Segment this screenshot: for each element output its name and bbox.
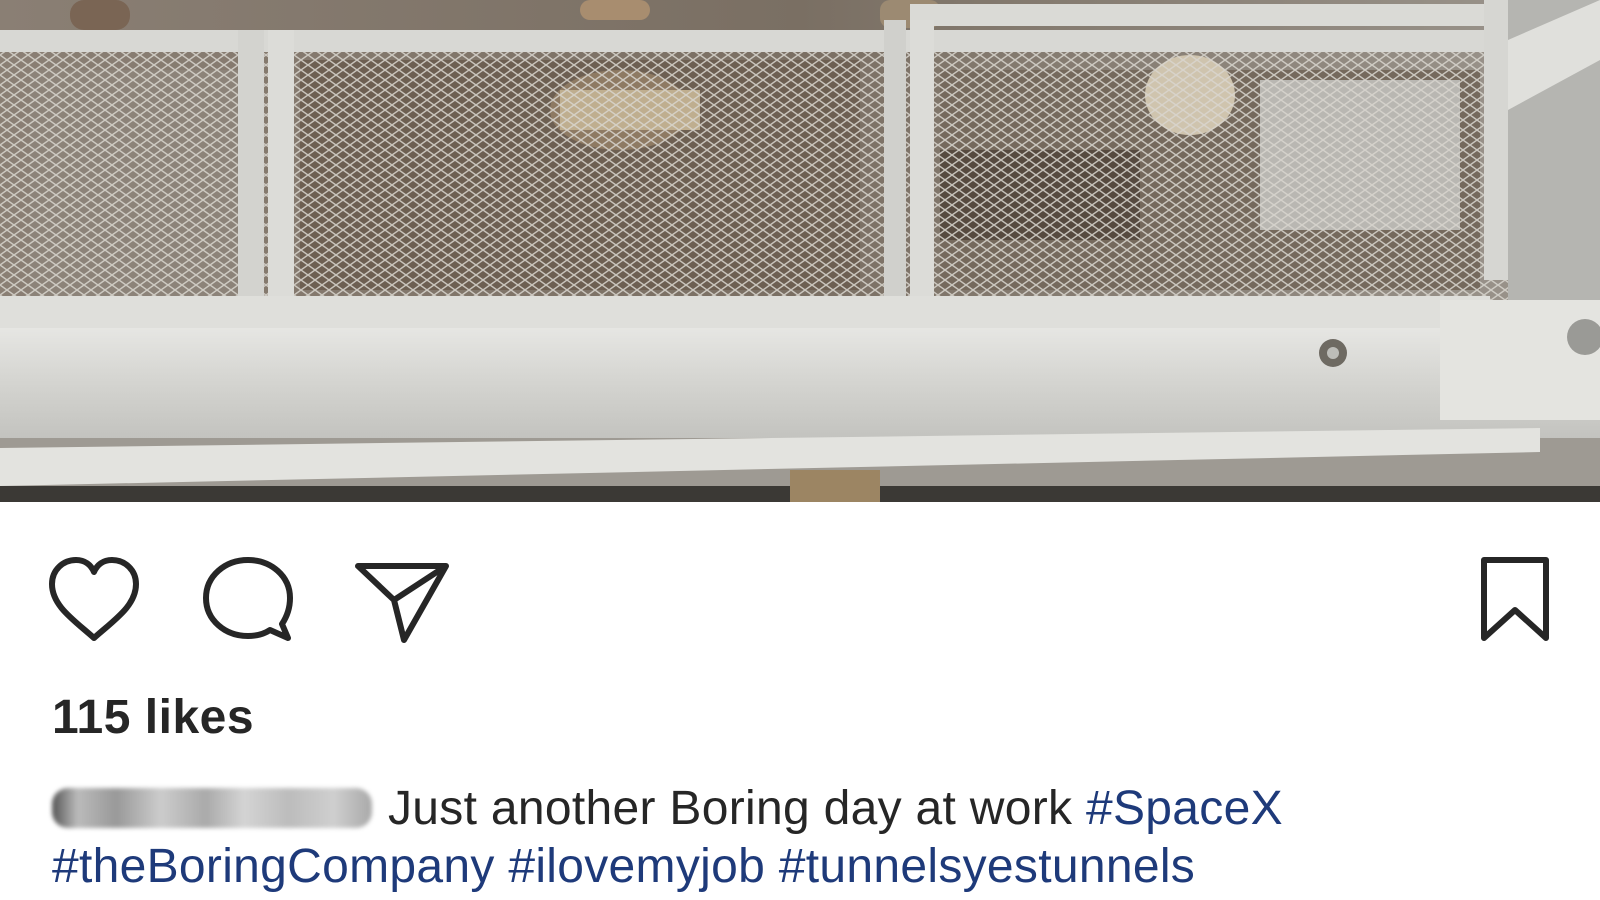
instagram-post: 115 likes Just another Boring day at wor… <box>0 0 1600 900</box>
hashtag-ilovemyjob[interactable]: #ilovemyjob <box>508 840 765 893</box>
bookmark-icon[interactable] <box>1470 552 1560 652</box>
post-action-bar <box>0 540 1600 650</box>
likes-count[interactable]: 115 likes <box>52 690 254 745</box>
caption-line-1: Just another Boring day at work #SpaceX <box>52 780 1572 838</box>
paper-plane-icon[interactable] <box>352 552 452 652</box>
caption-text: Just another Boring day at work <box>388 782 1073 835</box>
heart-icon[interactable] <box>44 552 144 652</box>
post-caption: Just another Boring day at work #SpaceX … <box>52 780 1572 896</box>
comment-icon[interactable] <box>198 552 298 652</box>
post-photo[interactable] <box>0 0 1600 502</box>
username-redacted[interactable] <box>52 788 372 828</box>
hashtag-tunnelsyestunnels[interactable]: #tunnelsyestunnels <box>779 840 1195 893</box>
hashtag-theboringcompany[interactable]: #theBoringCompany <box>52 840 495 893</box>
hashtag-spacex[interactable]: #SpaceX <box>1086 782 1283 835</box>
caption-line-2: #theBoringCompany #ilovemyjob #tunnelsye… <box>52 838 1572 896</box>
